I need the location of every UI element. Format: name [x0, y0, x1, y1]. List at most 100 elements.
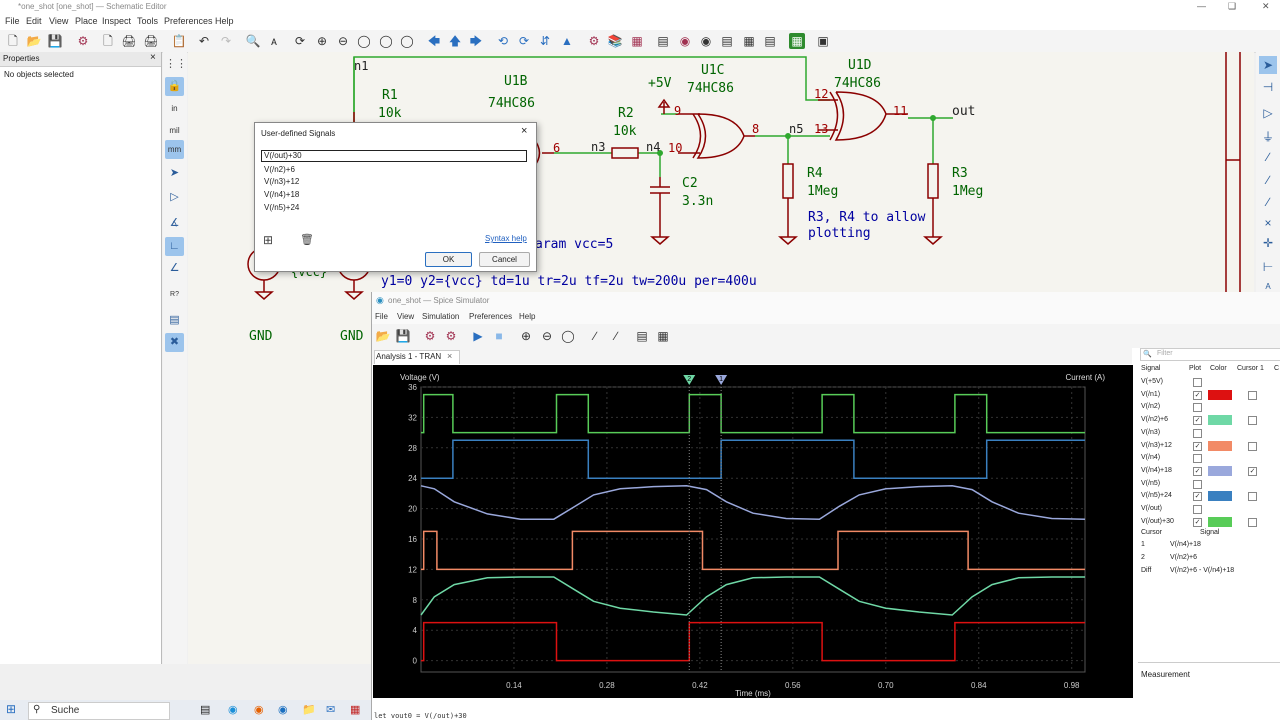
r2-value[interactable]: 10k	[613, 124, 636, 139]
windows-start-icon[interactable]: ⊞	[6, 702, 16, 716]
erc-icon[interactable]: ◉	[677, 33, 693, 49]
signal-row[interactable]: V(/n3)	[1138, 428, 1280, 440]
tools-icon[interactable]: ✖	[165, 333, 184, 352]
signal-row[interactable]: V(/n3)+12 ✓	[1138, 440, 1280, 453]
signal-row[interactable]: V(/n4)	[1138, 453, 1280, 465]
simulator-icon[interactable]: ◉	[698, 33, 714, 49]
signal-color-swatch[interactable]	[1208, 465, 1232, 476]
highlight-net-icon[interactable]: ⊣	[1259, 78, 1277, 96]
plot-checkbox[interactable]: ✓	[1193, 517, 1202, 527]
arrow-left-icon[interactable]: 🡄	[426, 33, 442, 49]
add-bus-icon[interactable]: ∕	[1259, 171, 1277, 189]
cursor-row[interactable]: Diff V(/n2)+6 - V(/n4)+18	[1138, 567, 1280, 579]
signal-color-swatch[interactable]	[1208, 415, 1232, 426]
net-label-n5[interactable]: n5	[789, 122, 803, 136]
task-view-icon[interactable]: ▤	[200, 703, 210, 716]
plot-checkbox[interactable]: ✓	[1193, 492, 1202, 502]
bom-icon[interactable]: ▦	[741, 33, 757, 49]
plot-checkbox[interactable]	[1193, 378, 1202, 387]
zoom-in-icon[interactable]: ⊕	[314, 33, 330, 49]
plot-checkbox[interactable]	[1193, 479, 1202, 489]
menu-tools[interactable]: Tools	[137, 16, 158, 26]
c2-value[interactable]: 3.3n	[682, 194, 713, 209]
syntax-help-link[interactable]: Syntax help	[485, 234, 527, 243]
menu-file[interactable]: File	[5, 16, 20, 26]
signal-expression-3[interactable]: V(/n4)+18	[264, 190, 299, 199]
stop-icon[interactable]: ■	[491, 328, 507, 344]
mirror-h-icon[interactable]: ▲	[559, 33, 575, 49]
line-mode-free-icon[interactable]: ∡	[165, 214, 184, 233]
rotate-ccw-icon[interactable]: ⟲	[495, 33, 511, 49]
signal-filter-input[interactable]: 🔍 Filter	[1140, 348, 1280, 361]
signal-row[interactable]: V(/n1) ✓	[1138, 389, 1280, 402]
sim-settings-icon[interactable]: ⚙	[422, 328, 438, 344]
find-icon[interactable]: 🔍	[245, 33, 261, 49]
select-tool-icon[interactable]: ➤	[1259, 56, 1277, 74]
footprint-assign-icon[interactable]: ▦	[629, 33, 645, 49]
sim-settings2-icon[interactable]: ⚙	[443, 328, 459, 344]
plot-area[interactable]: 0 4 8 12 16 20 24 28 32 36 0.14 0.28 0.42 0.56 0.70 0.8…	[373, 365, 1133, 698]
menu-inspect[interactable]: Inspect	[102, 16, 131, 26]
u1b-ref[interactable]: U1B	[504, 74, 527, 89]
signal-row[interactable]: V(+5V)	[1138, 377, 1280, 389]
zoom-fit-icon[interactable]: ◯	[356, 33, 372, 49]
zoom-objects-icon[interactable]: ◯	[378, 33, 394, 49]
signal-row[interactable]: V(/out)+30 ✓	[1138, 516, 1280, 529]
hidden-pins-icon[interactable]: ▷	[165, 188, 184, 207]
probe-icon[interactable]: ∕	[587, 328, 603, 344]
sim-open-icon[interactable]: 📂	[375, 328, 391, 344]
r4-value[interactable]: 1Meg	[807, 184, 838, 199]
sim-zoom-out-icon[interactable]: ⊖	[539, 328, 555, 344]
plot-checkbox[interactable]	[1193, 403, 1202, 413]
add-wire-icon[interactable]: ∕	[1259, 148, 1277, 166]
mirror-v-icon[interactable]: ⇵	[537, 33, 553, 49]
sim-menu-file[interactable]: File	[375, 312, 388, 321]
menu-place[interactable]: Place	[75, 16, 98, 26]
net-label-n4[interactable]: n4	[646, 140, 660, 154]
sim-menu-preferences[interactable]: Preferences	[469, 312, 512, 321]
bus-entry-icon[interactable]: ∕	[1259, 193, 1277, 211]
plot-checkbox[interactable]	[1193, 428, 1202, 438]
lock-icon[interactable]: 🔒	[165, 77, 184, 96]
print-icon[interactable]: 🖨	[121, 33, 137, 49]
tuner-icon[interactable]: ∕	[608, 328, 624, 344]
new-icon[interactable]: 🗋	[5, 33, 21, 49]
minimize-icon[interactable]: —	[1197, 1, 1206, 11]
symbol-browser-icon[interactable]: 📚	[607, 33, 623, 49]
add-signal-icon[interactable]: ⊞	[263, 233, 273, 247]
signal-expression-4[interactable]: V(/n5)+24	[264, 203, 299, 212]
plot-checkbox[interactable]: ✓	[1193, 416, 1202, 426]
net-label-n1[interactable]: n1	[354, 59, 368, 73]
units-mm-icon[interactable]: mm	[165, 140, 184, 159]
cursor-checkbox[interactable]	[1248, 517, 1257, 527]
cancel-button[interactable]: Cancel	[479, 252, 530, 267]
transient-plot[interactable]: 048121620242832360.14 0.28 0.42 0.56 0.70 0.8…	[373, 365, 1133, 698]
u1c-value[interactable]: 74HC86	[687, 81, 734, 96]
signal-row[interactable]: V(/n5)	[1138, 479, 1280, 491]
refresh-icon[interactable]: ⟳	[292, 33, 308, 49]
menu-help[interactable]: Help	[215, 16, 234, 26]
note-line-2[interactable]: plotting	[808, 226, 871, 241]
power-5v[interactable]: +5V	[648, 76, 671, 91]
sim-zoom-in-icon[interactable]: ⊕	[518, 328, 534, 344]
open-icon[interactable]: 📂	[26, 33, 42, 49]
find-replace-icon[interactable]: ᴀ	[266, 33, 282, 49]
plot-checkbox[interactable]	[1193, 505, 1202, 514]
mail-icon[interactable]: ✉	[326, 703, 335, 716]
ok-button[interactable]: OK	[425, 252, 472, 267]
pcb-editor-icon[interactable]: ▦	[789, 33, 805, 49]
hierarchy-icon[interactable]: ▤	[165, 311, 184, 330]
plot-icon[interactable]: 🖨	[143, 33, 159, 49]
signal-row[interactable]: V(/out)	[1138, 504, 1280, 516]
signal-color-swatch[interactable]	[1208, 516, 1232, 527]
note-line-1[interactable]: R3, R4 to allow	[808, 210, 925, 225]
r2-ref[interactable]: R2	[618, 106, 634, 121]
signal-expression-1[interactable]: V(/n2)+6	[264, 165, 295, 174]
r3-value[interactable]: 1Meg	[952, 184, 983, 199]
tab-analysis-1[interactable]: Analysis 1 - TRAN ×	[374, 350, 460, 364]
scripting-console-icon[interactable]: ▣	[815, 33, 831, 49]
save-icon[interactable]: 💾	[47, 33, 63, 49]
menu-edit[interactable]: Edit	[26, 16, 42, 26]
annotate-erc-icon[interactable]: R?	[165, 285, 184, 304]
sim-menu-simulation[interactable]: Simulation	[422, 312, 459, 321]
